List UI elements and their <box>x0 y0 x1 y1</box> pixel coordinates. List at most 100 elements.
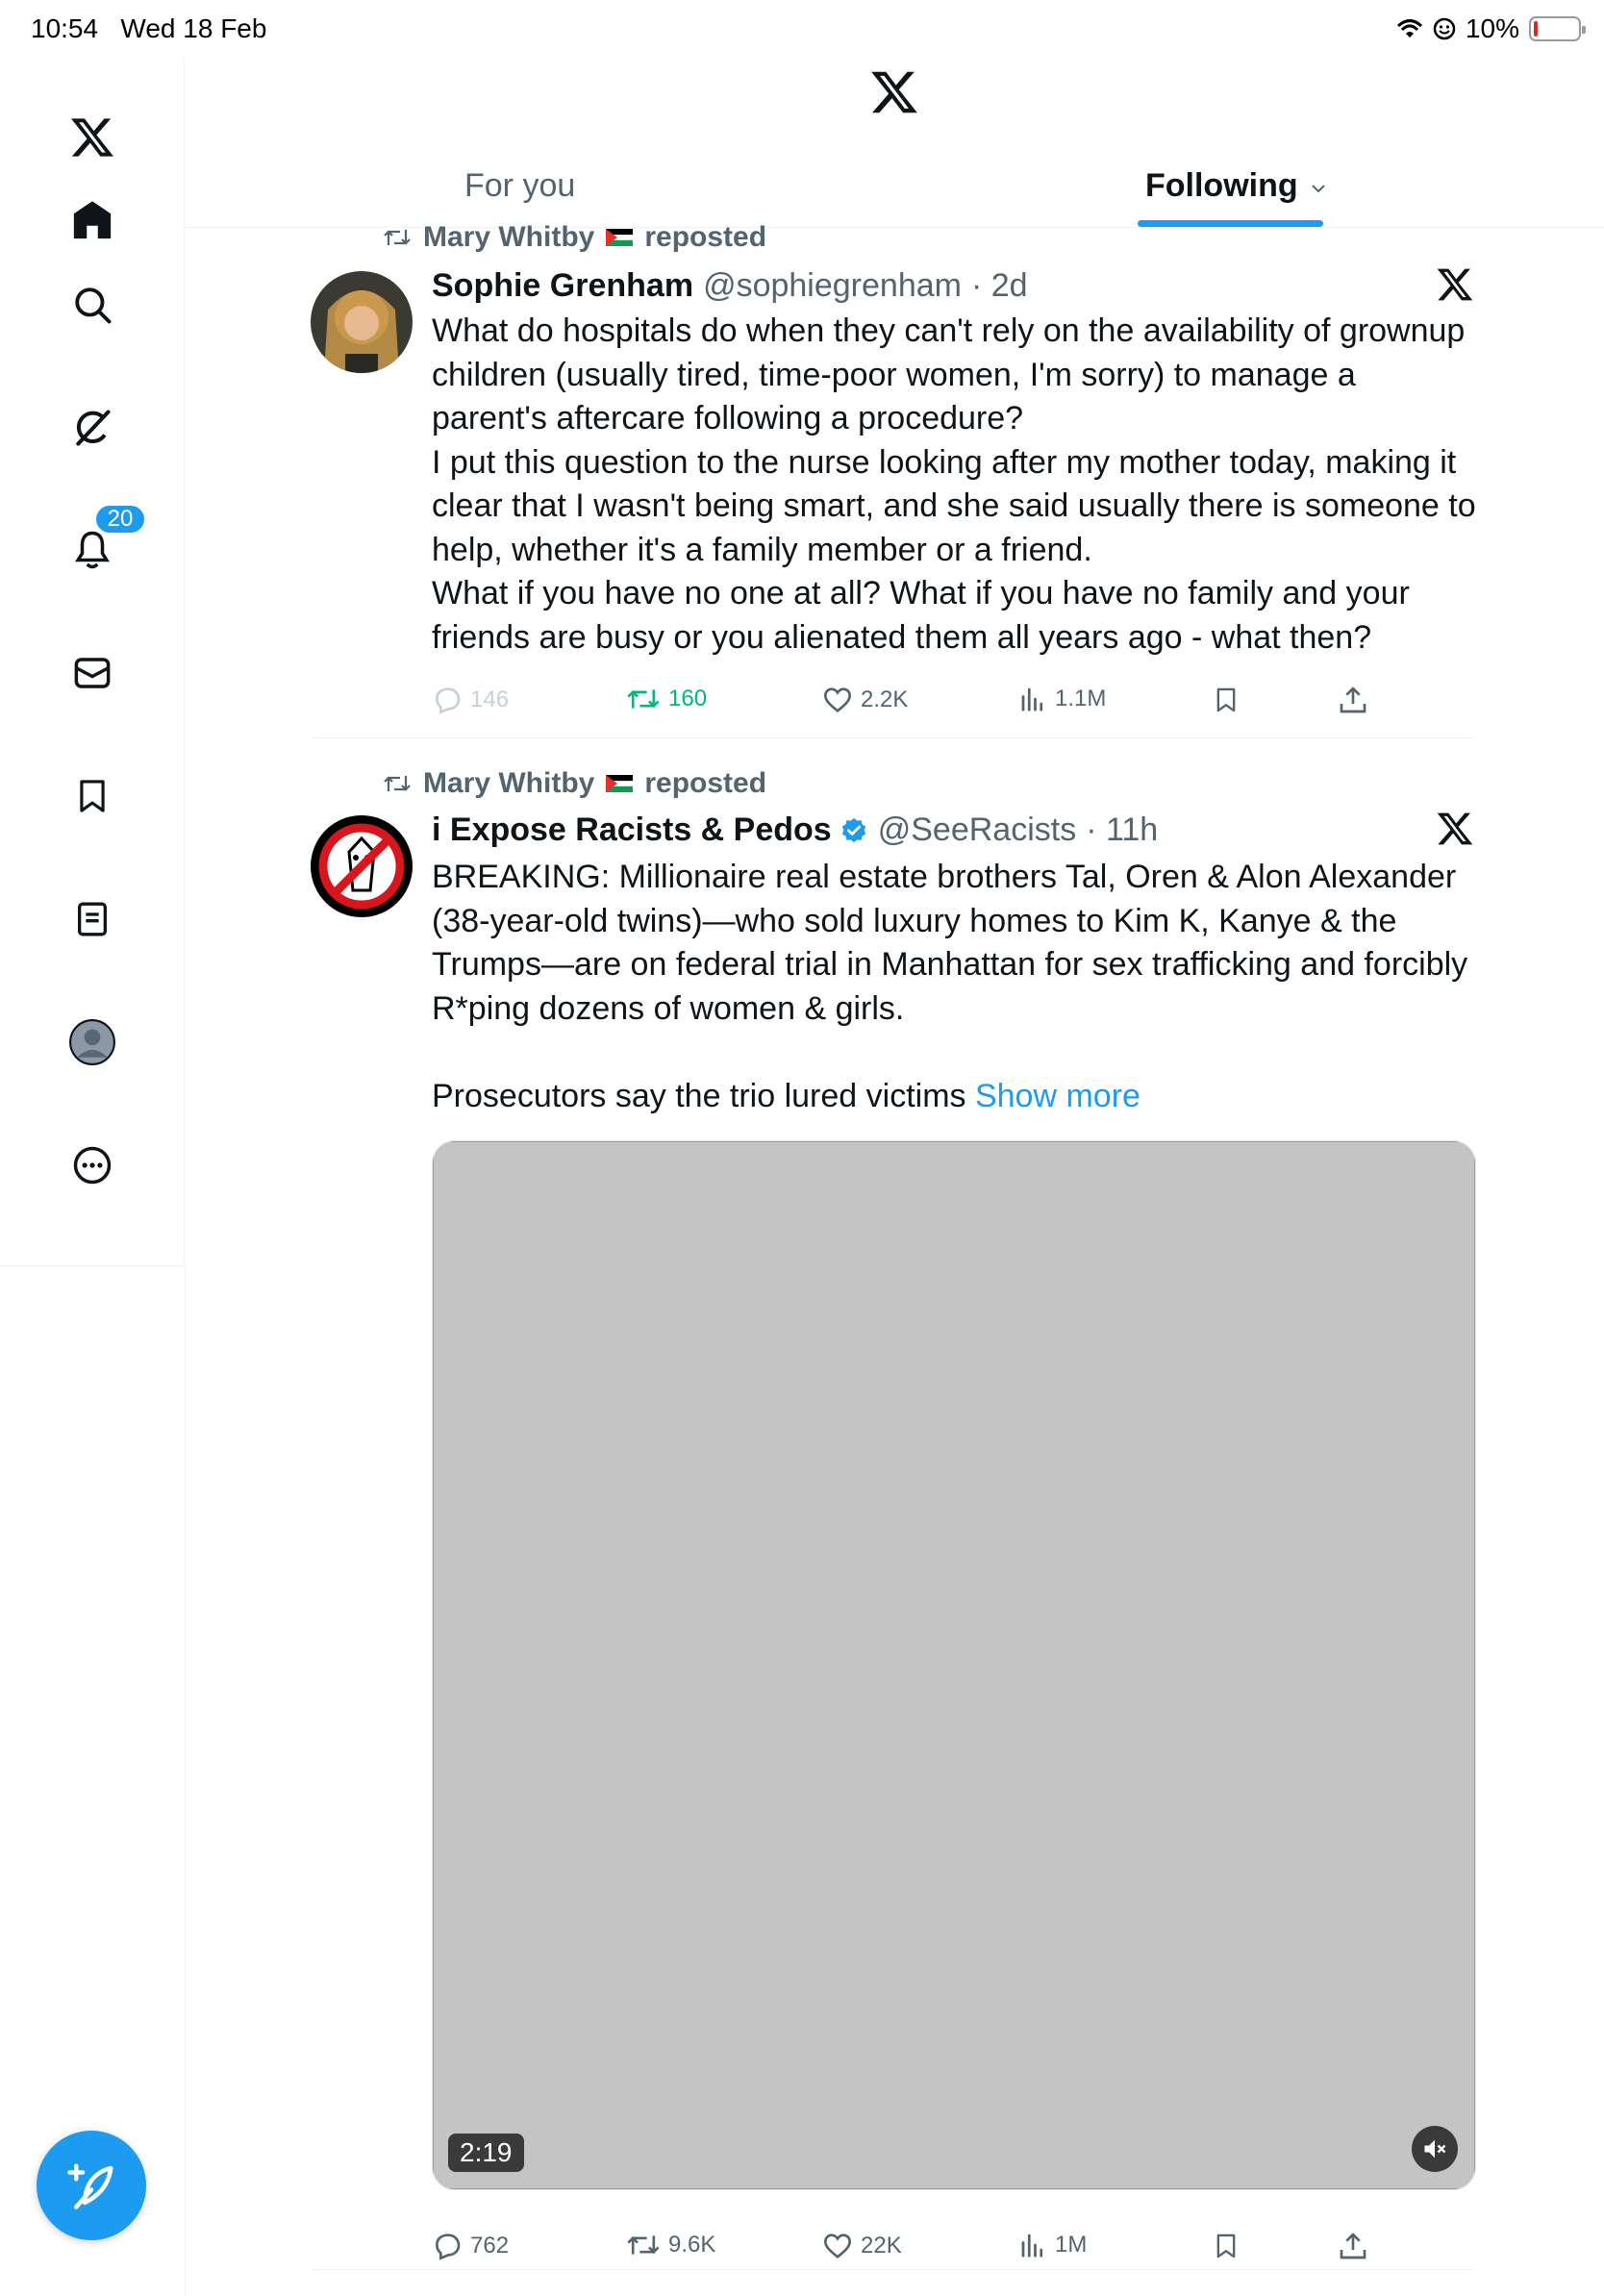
tab-following-label: Following <box>1145 167 1298 204</box>
views-chart-icon <box>1021 687 1043 711</box>
display-name[interactable]: i Expose Racists & Pedos <box>432 811 832 849</box>
reply-icon <box>435 687 461 714</box>
repost-button[interactable]: 160 <box>626 685 707 713</box>
tab-for-you-label: For you <box>464 167 576 204</box>
home-icon <box>73 201 112 239</box>
sidebar-divider <box>185 1266 186 2296</box>
mute-button[interactable] <box>1412 2126 1458 2172</box>
repost-context: Mary Whitby reposted <box>383 221 766 254</box>
bookmark-button[interactable] <box>1213 2231 1240 2261</box>
palestine-flag-icon <box>606 774 634 793</box>
status-time: 10:54 Wed 18 Feb <box>31 13 267 43</box>
tweet-divider <box>311 2269 1474 2270</box>
sidebar-item-home[interactable] <box>62 189 123 251</box>
tab-for-you[interactable]: For you <box>464 144 575 228</box>
tweet-header: Sophie Grenham @sophiegrenham · 2d <box>432 267 1028 305</box>
reply-button[interactable]: 146 <box>432 685 509 715</box>
heart-icon <box>823 2234 852 2259</box>
handle[interactable]: @SeeRacists <box>878 811 1076 849</box>
chevron-down-icon[interactable] <box>1310 183 1327 194</box>
sidebar-item-x-logo[interactable] <box>62 107 123 168</box>
like-count: 22K <box>861 2233 902 2259</box>
sidebar-item-messages[interactable] <box>62 642 123 704</box>
repost-label: reposted <box>644 767 767 799</box>
sidebar-item-search[interactable] <box>62 274 123 336</box>
sidebar-item-more[interactable] <box>62 1135 123 1196</box>
handle[interactable]: @sophiegrenham <box>703 267 962 305</box>
header-x-logo[interactable] <box>869 67 919 117</box>
tweet-text: BREAKING: Millionaire real estate brothe… <box>432 856 1480 1118</box>
reposter-name[interactable]: Mary Whitby <box>423 221 594 254</box>
reposter-name[interactable]: Mary Whitby <box>423 767 594 800</box>
x-logo-button[interactable] <box>1436 810 1474 848</box>
lists-icon <box>78 902 107 936</box>
tweet-text: What do hospitals do when they can't rel… <box>432 312 1476 656</box>
view-count: 1.1M <box>1055 686 1107 711</box>
show-more-link[interactable]: Show more <box>975 1078 1140 1114</box>
x-logo-icon <box>71 118 113 157</box>
battery-percent: 10% <box>1465 13 1519 43</box>
repost-icon <box>627 689 660 709</box>
video-player[interactable]: 2:19 <box>432 1140 1476 2190</box>
tweet-actions: 762 9.6K 22K 1M <box>432 2231 1393 2269</box>
bookmarks-icon <box>80 780 105 812</box>
sidebar-item-grok[interactable] <box>62 397 123 459</box>
no-racism-logo-icon <box>311 815 413 917</box>
video-thumbnail <box>433 1141 1475 2189</box>
sidebar-item-profile[interactable] <box>62 1011 123 1073</box>
views-button[interactable]: 1M <box>1018 2231 1087 2259</box>
views-button[interactable]: 1.1M <box>1018 685 1106 713</box>
sidebar-nav: 20 <box>0 60 185 1266</box>
heart-icon <box>823 687 852 713</box>
repost-context: Mary Whitby reposted <box>383 767 766 800</box>
avatar[interactable] <box>311 815 413 917</box>
tab-following[interactable]: Following <box>1145 144 1327 228</box>
status-indicators: 10% <box>1396 13 1586 44</box>
tweet-text-content: BREAKING: Millionaire real estate brothe… <box>432 859 1468 1114</box>
x-logo-icon <box>871 71 917 113</box>
sidebar-item-bookmarks[interactable] <box>62 765 123 827</box>
like-button[interactable]: 2.2K <box>822 685 908 715</box>
repost-icon <box>384 230 411 245</box>
palestine-flag-icon <box>606 228 634 247</box>
bookmark-icon <box>1216 687 1236 712</box>
bookmark-icon <box>1216 2234 1236 2259</box>
repost-button[interactable]: 9.6K <box>626 2231 715 2259</box>
x-logo-icon <box>1437 268 1473 301</box>
views-chart-icon <box>1021 2234 1043 2258</box>
tweet-actions: 146 160 2.2K 1.1M <box>432 685 1393 723</box>
reply-count: 762 <box>470 2233 510 2259</box>
timestamp[interactable]: · 2d <box>971 267 1028 305</box>
display-name[interactable]: Sophie Grenham <box>432 267 693 305</box>
like-button[interactable]: 22K <box>822 2231 902 2261</box>
reply-button[interactable]: 762 <box>432 2231 509 2261</box>
tweet-header: i Expose Racists & Pedos @SeeRacists · 1… <box>432 811 1158 849</box>
avatar[interactable] <box>311 271 413 373</box>
more-icon <box>73 1146 112 1185</box>
share-button[interactable] <box>1338 685 1368 715</box>
x-logo-button[interactable] <box>1436 265 1474 304</box>
reply-icon <box>435 2234 461 2260</box>
repost-label: reposted <box>644 221 767 253</box>
battery-icon <box>1529 16 1586 41</box>
bookmark-button[interactable] <box>1213 685 1240 715</box>
repost-count: 9.6K <box>668 2232 716 2258</box>
share-button[interactable] <box>1338 2231 1368 2261</box>
wifi-icon <box>1396 19 1422 37</box>
messages-icon <box>74 658 111 688</box>
sidebar-item-notifications[interactable]: 20 <box>62 504 146 581</box>
timestamp[interactable]: · 11h <box>1086 811 1158 849</box>
focus-mode-icon <box>1433 17 1456 40</box>
speaker-muted-icon <box>1424 2139 1446 2159</box>
tweet-divider <box>311 737 1474 738</box>
compose-button[interactable] <box>37 2131 146 2240</box>
compose-icon <box>67 2163 113 2209</box>
video-duration: 2:19 <box>448 2134 524 2172</box>
profile-icon <box>69 1019 115 1065</box>
search-icon <box>75 287 112 324</box>
reply-count: 146 <box>470 686 510 712</box>
verified-badge-icon <box>841 817 865 842</box>
sidebar-item-lists[interactable] <box>62 888 123 950</box>
share-icon <box>1340 686 1366 713</box>
view-count: 1M <box>1055 2232 1088 2258</box>
